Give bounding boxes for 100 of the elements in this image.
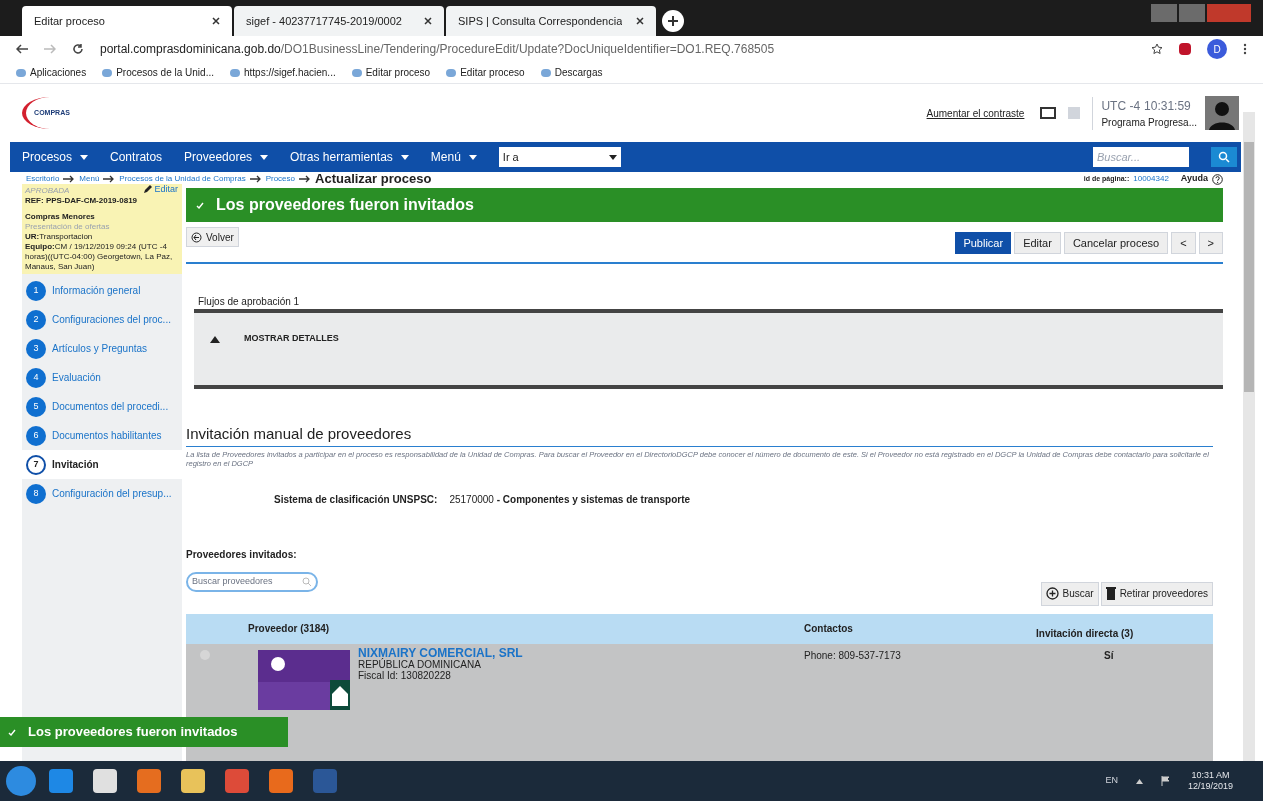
browser-tab[interactable]: SIPS | Consulta Correspondencia bbox=[446, 6, 656, 36]
close-icon[interactable] bbox=[212, 17, 220, 25]
process-phase: Presentación de ofertas bbox=[25, 222, 111, 232]
clock-time[interactable]: 10:31 AM bbox=[1191, 770, 1230, 781]
action-button[interactable]: Editar bbox=[1014, 232, 1061, 254]
star-icon[interactable] bbox=[1151, 43, 1163, 55]
column-header: Contactos bbox=[804, 622, 854, 636]
breadcrumb-link[interactable]: Menú bbox=[79, 173, 100, 185]
step-number: 2 bbox=[26, 309, 46, 330]
scrollbar[interactable] bbox=[1243, 112, 1255, 761]
back-button[interactable]: Volver bbox=[186, 227, 239, 247]
process-type: Compras Menores bbox=[25, 212, 96, 222]
nav-menu-item[interactable]: Procesos bbox=[22, 148, 89, 166]
bookmark[interactable]: Aplicaciones bbox=[16, 65, 87, 80]
step-number: 4 bbox=[26, 367, 46, 388]
search-icon bbox=[1218, 151, 1230, 163]
flag-icon[interactable] bbox=[1160, 776, 1170, 786]
bookmark[interactable]: Procesos de la Unid... bbox=[102, 65, 214, 80]
tray-arrow-icon[interactable] bbox=[1135, 778, 1143, 784]
page-title: Actualizar proceso bbox=[315, 170, 432, 189]
clock-date[interactable]: 12/19/2019 bbox=[1187, 781, 1233, 792]
step-item[interactable]: 4 Evaluación bbox=[22, 363, 182, 392]
step-item[interactable]: 6 Documentos habilitantes bbox=[22, 421, 182, 450]
back-icon[interactable] bbox=[16, 44, 28, 54]
timezone: UTC -4 bbox=[1101, 97, 1141, 115]
check-icon bbox=[196, 201, 204, 209]
nav-menu-item[interactable]: Contratos bbox=[110, 148, 163, 166]
provider-country: REPÚBLICA DOMINICANA bbox=[358, 658, 481, 670]
caret-icon bbox=[608, 154, 617, 160]
contrast-link[interactable]: Aumentar el contraste bbox=[926, 105, 1025, 121]
goto-select[interactable]: Ir a bbox=[498, 147, 621, 167]
user-name[interactable]: Programa Progresa... bbox=[1101, 114, 1197, 130]
direct-invitation-value: Sí bbox=[1104, 648, 1114, 663]
address-field[interactable]: portal.comprasdominicana.gob.do/DO1BusinessLine/Tendering/ProcedureEdit/Update?DocUniqueIdentifier=DO1.REQ.768505 bbox=[100, 40, 1135, 58]
action-button[interactable]: > bbox=[1198, 232, 1223, 254]
step-item[interactable]: 1 Información general bbox=[22, 276, 182, 305]
start-button[interactable] bbox=[6, 766, 36, 796]
step-item[interactable]: 2 Configuraciones del proc... bbox=[22, 305, 182, 334]
phone-text: Phone: 809-537-7173 bbox=[804, 648, 902, 663]
nav-menu-item[interactable]: Menú bbox=[430, 148, 477, 166]
clock: 10:31:59 bbox=[1144, 97, 1191, 115]
caret-icon bbox=[80, 154, 89, 160]
language-indicator[interactable]: EN bbox=[1105, 774, 1118, 788]
toast-text: Los proveedores fueron invitados bbox=[28, 723, 238, 742]
triangle-icon bbox=[210, 335, 220, 343]
caret-icon bbox=[400, 154, 409, 160]
unspsc-label: Sistema de clasificación UNSPSC: bbox=[274, 492, 438, 507]
remove-providers-button[interactable]: Retirar proveedores bbox=[1100, 581, 1213, 606]
shield-icon[interactable] bbox=[1179, 43, 1191, 55]
menu-icon[interactable] bbox=[1243, 43, 1247, 55]
nav-menu-item[interactable]: Proveedores bbox=[184, 148, 269, 166]
trash-icon bbox=[1105, 587, 1116, 600]
step-number: 7 bbox=[26, 454, 46, 475]
column-header: Proveedor (3184) bbox=[248, 622, 331, 636]
close-icon[interactable] bbox=[424, 17, 432, 25]
step-item[interactable]: 5 Documentos del procedi... bbox=[22, 392, 182, 421]
provider-search-field[interactable]: Buscar proveedores bbox=[186, 571, 318, 592]
edit-link[interactable]: Editar bbox=[143, 184, 178, 194]
help-icon[interactable] bbox=[1212, 173, 1223, 185]
caret-icon bbox=[260, 154, 269, 160]
browser-tab[interactable]: sigef - 40237717745-2019/0002 bbox=[234, 6, 444, 36]
breadcrumb-link[interactable]: Escritorio bbox=[26, 173, 60, 185]
plus-circle-icon bbox=[1045, 587, 1059, 600]
search-providers-button[interactable]: Buscar bbox=[1040, 581, 1099, 606]
arrow-icon bbox=[249, 175, 262, 183]
check-icon bbox=[8, 728, 16, 736]
help-link[interactable]: Ayuda bbox=[1180, 172, 1208, 186]
search-icon bbox=[302, 576, 312, 587]
bookmark[interactable]: https://sigef.hacien... bbox=[230, 65, 336, 80]
show-details-toggle[interactable]: MOSTRAR DETALLES bbox=[210, 332, 339, 346]
close-icon[interactable] bbox=[636, 17, 644, 25]
nav-menu-item[interactable]: Otras herramientas bbox=[290, 148, 409, 166]
reference: REF: PPS-DAF-CM-2019-0819 bbox=[25, 196, 139, 206]
breadcrumb-link[interactable]: Procesos de la Unidad de Compras bbox=[119, 173, 246, 185]
action-button[interactable]: Cancelar proceso bbox=[1063, 232, 1169, 254]
bookmark[interactable]: Editar proceso bbox=[446, 65, 525, 80]
bookmark[interactable]: Editar proceso bbox=[351, 65, 431, 80]
back-arrow-icon bbox=[191, 231, 202, 243]
new-tab-icon[interactable] bbox=[662, 10, 684, 32]
step-item[interactable]: 3 Artículos y Preguntas bbox=[22, 334, 182, 363]
arrow-icon bbox=[299, 175, 311, 183]
step-item[interactable]: 7 Invitación bbox=[22, 450, 182, 479]
unspsc-value: 25170000 - Componentes y sistemas de transporte bbox=[449, 492, 691, 507]
profile-avatar[interactable]: D bbox=[1207, 39, 1227, 59]
bookmark[interactable]: Descargas bbox=[540, 65, 603, 80]
step-number: 8 bbox=[26, 483, 46, 504]
column-header: Invitación directa (3) bbox=[1036, 627, 1134, 641]
action-button[interactable]: Publicar bbox=[955, 232, 1012, 254]
reload-icon[interactable] bbox=[72, 43, 84, 55]
step-number: 1 bbox=[26, 280, 46, 301]
browser-tab[interactable]: Editar proceso bbox=[22, 6, 232, 36]
avatar-icon[interactable] bbox=[1205, 96, 1239, 130]
page-id-link[interactable]: 10004342 bbox=[1133, 173, 1169, 185]
list-title: Proveedores invitados: bbox=[186, 547, 298, 562]
section-title: Invitación manual de proveedores bbox=[186, 424, 413, 444]
unit-text: UR:Transportacion bbox=[25, 232, 94, 242]
step-item[interactable]: 8 Configuración del presup... bbox=[22, 479, 182, 508]
breadcrumb-link[interactable]: Proceso bbox=[265, 173, 295, 185]
search-button[interactable] bbox=[1211, 147, 1237, 167]
action-button[interactable]: < bbox=[1171, 232, 1196, 254]
